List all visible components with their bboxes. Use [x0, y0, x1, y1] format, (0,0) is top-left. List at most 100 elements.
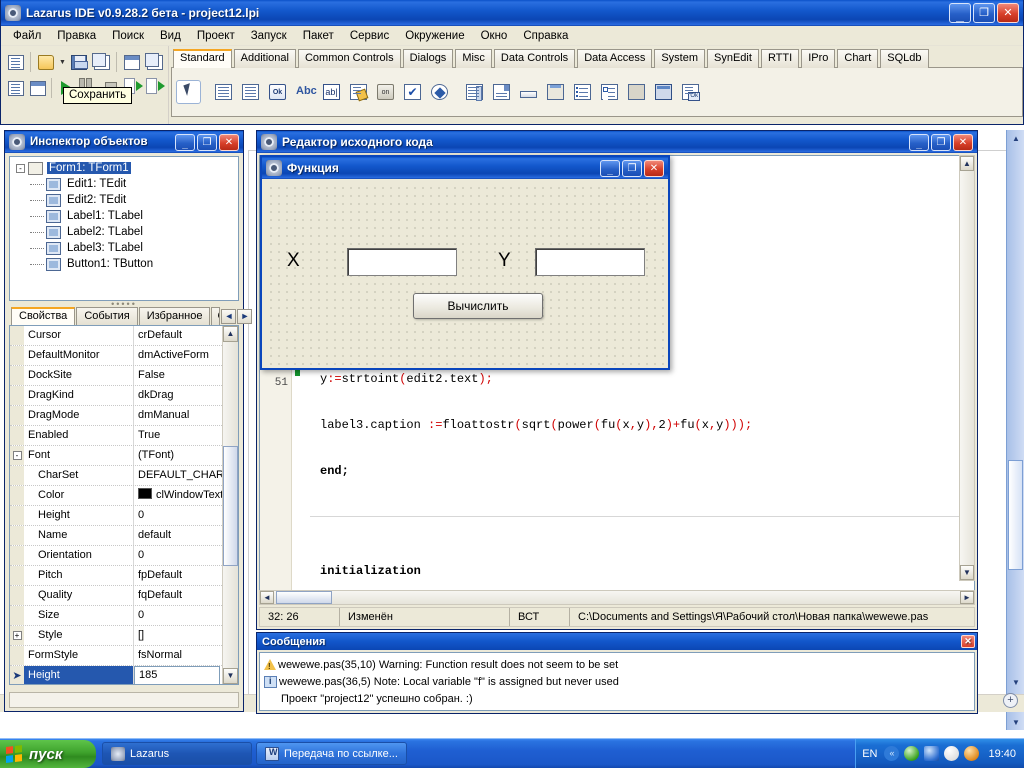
taskbar-item-word-doc[interactable]: Передача по ссылке... [256, 742, 407, 765]
messages-close-button[interactable]: ✕ [961, 635, 975, 648]
label-y[interactable]: Y [498, 250, 511, 272]
property-row-pitch[interactable]: Pitch fpDefault [10, 566, 238, 586]
step-over-button[interactable] [145, 77, 166, 100]
palette-tradiobutton-button[interactable] [427, 80, 452, 104]
expand-icon[interactable]: + [12, 631, 22, 640]
property-row-style[interactable]: + Style [] [10, 626, 238, 646]
palette-tcheckgroup-button[interactable] [597, 80, 622, 104]
property-grid[interactable]: Cursor crDefault DefaultMonitor dmActive… [9, 325, 239, 685]
form-close-button[interactable]: ✕ [644, 159, 664, 177]
palette-tab-additional[interactable]: Additional [233, 49, 296, 68]
palette-tlistbox-button[interactable] [462, 80, 487, 104]
tree-item-edit1[interactable]: Edit1: TEdit [12, 176, 236, 192]
property-row-docksite[interactable]: DockSite False [10, 366, 238, 386]
tab-restricted[interactable]: С [211, 307, 221, 325]
palette-tframe-button[interactable] [651, 80, 676, 104]
tree-item-label3[interactable]: Label3: TLabel [12, 240, 236, 256]
palette-tmainmenu-button[interactable] [211, 80, 236, 104]
tray-antivirus-icon[interactable] [904, 746, 920, 761]
open-recent-dropdown[interactable]: ▼ [58, 51, 67, 74]
new-unit-button[interactable] [5, 51, 27, 74]
property-row-color[interactable]: Color clWindowText [10, 486, 238, 506]
palette-ttogglebox-button[interactable]: on [373, 80, 398, 104]
message-row-note[interactable]: wewewe.pas(36,5) Note: Local variable "f… [262, 673, 972, 690]
edit1-field[interactable] [347, 248, 457, 276]
property-grid-scrollbar[interactable]: ▲ ▼ [222, 326, 238, 684]
component-tree[interactable]: - Form1: TForm1 Edit1: TEdit Edit2: TEdi… [9, 156, 239, 301]
palette-tgroupbox-button[interactable] [543, 80, 568, 104]
palette-tab-data-controls[interactable]: Data Controls [493, 49, 576, 68]
menu-item-edit[interactable]: Правка [49, 28, 104, 44]
menu-item-file[interactable]: Файл [5, 28, 49, 44]
new-form-button[interactable] [121, 51, 143, 74]
menu-item-project[interactable]: Проект [189, 28, 243, 44]
tab-properties[interactable]: Свойства [11, 307, 76, 325]
editor-hscroll-thumb[interactable] [276, 591, 332, 604]
form-design-canvas[interactable]: X Y Вычислить [265, 182, 665, 365]
palette-tbutton-button[interactable]: Ok [265, 80, 290, 104]
palette-tab-system[interactable]: System [654, 49, 706, 68]
palette-tradiogroup-button[interactable] [570, 80, 595, 104]
tab-events[interactable]: События [76, 307, 138, 325]
palette-tab-dialogs[interactable]: Dialogs [402, 49, 454, 68]
palette-tab-synedit[interactable]: SynEdit [707, 49, 759, 68]
editor-scroll-down-icon[interactable]: ▼ [960, 565, 974, 580]
palette-tscrollbar-button[interactable] [516, 80, 541, 104]
palette-tcheckbox-button[interactable]: ✔ [400, 80, 425, 104]
tab-favorites[interactable]: Избранное [138, 307, 211, 325]
minimize-button[interactable]: _ [949, 3, 971, 23]
palette-tab-chart[interactable]: Chart [837, 49, 879, 68]
grid-scroll-thumb[interactable] [223, 446, 238, 566]
form-minimize-button[interactable]: _ [600, 159, 620, 177]
property-row-charset[interactable]: CharSet DEFAULT_CHARSE [10, 466, 238, 486]
palette-tab-rtti[interactable]: RTTI [760, 49, 800, 68]
menu-item-window[interactable]: Окно [473, 28, 516, 44]
palette-tmemo-button[interactable] [346, 80, 371, 104]
tray-app-icon[interactable] [944, 746, 960, 761]
collapse-icon[interactable]: - [12, 451, 22, 460]
editor-horizontal-scrollbar[interactable]: ◄ ► [259, 590, 975, 605]
label-x[interactable]: X [287, 250, 300, 272]
property-row-font[interactable]: - Font (TFont) [10, 446, 238, 466]
editor-minimize-button[interactable]: _ [909, 133, 929, 151]
property-row-size[interactable]: Size 0 [10, 606, 238, 626]
palette-tactionlist-button[interactable] [678, 80, 703, 104]
property-row-enabled[interactable]: Enabled True [10, 426, 238, 446]
grid-scroll-down-icon[interactable]: ▼ [223, 668, 238, 684]
oi-maximize-button[interactable]: ❐ [197, 133, 217, 151]
palette-select-pointer-button[interactable] [176, 80, 201, 104]
message-row-success[interactable]: Проект "project12" успешно собран. :) [262, 690, 972, 707]
maximize-button[interactable]: ❐ [973, 3, 995, 23]
tree-item-edit2[interactable]: Edit2: TEdit [12, 192, 236, 208]
tree-item-label1[interactable]: Label1: TLabel [12, 208, 236, 224]
palette-tab-common-controls[interactable]: Common Controls [297, 49, 401, 68]
messages-list[interactable]: wewewe.pas(35,10) Warning: Function resu… [259, 652, 975, 711]
open-file-button[interactable] [35, 51, 57, 74]
form-maximize-button[interactable]: ❐ [622, 159, 642, 177]
palette-tpanel-button[interactable] [624, 80, 649, 104]
oi-minimize-button[interactable]: _ [175, 133, 195, 151]
word-zoom-in-button[interactable]: + [1003, 693, 1018, 708]
message-row-warning[interactable]: wewewe.pas(35,10) Warning: Function resu… [262, 656, 972, 673]
language-indicator[interactable]: EN [862, 748, 877, 760]
menu-item-search[interactable]: Поиск [104, 28, 152, 44]
menu-item-environment[interactable]: Окружение [397, 28, 472, 44]
property-row-cursor[interactable]: Cursor crDefault [10, 326, 238, 346]
property-row-font-name[interactable]: Name default [10, 526, 238, 546]
taskbar-item-lazarus[interactable]: Lazarus [102, 742, 252, 765]
palette-tpopupmenu-button[interactable] [238, 80, 263, 104]
palette-tab-misc[interactable]: Misc [455, 49, 492, 68]
word-vertical-scrollbar[interactable]: ▲ ▼ ▲ ● ▼ [1006, 130, 1024, 730]
close-button[interactable]: ✕ [997, 3, 1019, 23]
menu-item-run[interactable]: Запуск [243, 28, 295, 44]
menu-item-package[interactable]: Пакет [295, 28, 342, 44]
property-row-height[interactable]: ➤ Height 185 [10, 666, 238, 684]
word-scroll-down-icon[interactable]: ▼ [1009, 676, 1023, 690]
view-units-button[interactable] [5, 77, 26, 100]
view-forms-button[interactable] [27, 77, 48, 100]
property-row-formstyle[interactable]: FormStyle fsNormal [10, 646, 238, 666]
property-row-font-height[interactable]: Height 0 [10, 506, 238, 526]
tree-item-button1[interactable]: Button1: TButton [12, 256, 236, 272]
oi-close-button[interactable]: ✕ [219, 133, 239, 151]
property-row-orientation[interactable]: Orientation 0 [10, 546, 238, 566]
